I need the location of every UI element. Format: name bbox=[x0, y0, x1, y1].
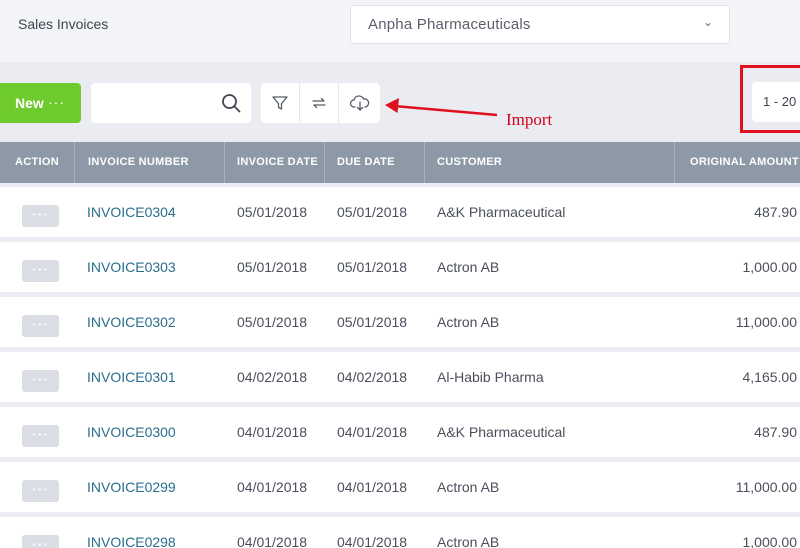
invoice-number-link[interactable]: INVOICE0302 bbox=[87, 297, 176, 347]
page-title: Sales Invoices bbox=[18, 16, 109, 32]
customer-name: Al-Habib Pharma bbox=[437, 369, 544, 385]
column-header-due-date[interactable]: DUE DATE bbox=[324, 142, 424, 183]
search-box[interactable] bbox=[91, 83, 251, 123]
table-row[interactable]: ··· INVOICE0303 05/01/2018 05/01/2018 Ac… bbox=[0, 242, 800, 292]
due-date: 05/01/2018 bbox=[337, 259, 408, 275]
invoice-date: 05/01/2018 bbox=[237, 204, 308, 220]
invoice-number-link[interactable]: INVOICE0299 bbox=[87, 462, 176, 512]
table-header: ACTION INVOICE NUMBER INVOICE DATE DUE D… bbox=[0, 142, 800, 183]
invoice-number-link[interactable]: INVOICE0300 bbox=[87, 407, 176, 457]
company-select[interactable]: Anpha Pharmaceuticals ⌄ bbox=[350, 5, 730, 44]
search-icon[interactable] bbox=[221, 93, 241, 113]
original-amount: 487.90 bbox=[754, 204, 797, 220]
invoice-number-link[interactable]: INVOICE0298 bbox=[87, 517, 176, 548]
original-amount: 4,165.00 bbox=[742, 369, 798, 385]
row-action-button[interactable]: ··· bbox=[22, 315, 59, 337]
search-input[interactable] bbox=[99, 83, 219, 121]
refresh-button[interactable] bbox=[300, 83, 339, 123]
invoice-date: 04/01/2018 bbox=[237, 534, 308, 548]
original-amount: 11,000.00 bbox=[735, 479, 797, 495]
original-amount: 11,000.00 bbox=[735, 314, 797, 330]
original-amount: 487.90 bbox=[754, 424, 797, 440]
table-row[interactable]: ··· INVOICE0299 04/01/2018 04/01/2018 Ac… bbox=[0, 462, 800, 512]
column-header-original-amount[interactable]: ORIGINAL AMOUNT bbox=[674, 142, 800, 183]
due-date: 04/02/2018 bbox=[337, 369, 408, 385]
annotation-label: Import bbox=[506, 110, 553, 129]
company-select-value: Anpha Pharmaceuticals bbox=[368, 16, 531, 33]
row-action-button[interactable]: ··· bbox=[22, 205, 59, 227]
customer-name: Actron AB bbox=[437, 314, 500, 330]
invoice-date: 04/01/2018 bbox=[237, 479, 308, 495]
table-row[interactable]: ··· INVOICE0302 05/01/2018 05/01/2018 Ac… bbox=[0, 297, 800, 347]
row-action-button[interactable]: ··· bbox=[22, 535, 59, 548]
customer-name: Actron AB bbox=[437, 479, 500, 495]
invoice-date: 05/01/2018 bbox=[237, 314, 308, 330]
due-date: 04/01/2018 bbox=[337, 424, 408, 440]
row-action-button[interactable]: ··· bbox=[22, 480, 59, 502]
customer-name: A&K Pharmaceutical bbox=[437, 424, 566, 440]
original-amount: 1,000.00 bbox=[742, 259, 798, 275]
invoice-date: 05/01/2018 bbox=[237, 259, 308, 275]
due-date: 05/01/2018 bbox=[337, 314, 408, 330]
row-action-button[interactable]: ··· bbox=[22, 370, 59, 392]
highlight-box bbox=[740, 65, 800, 133]
due-date: 05/01/2018 bbox=[337, 204, 408, 220]
filter-button[interactable] bbox=[261, 83, 300, 123]
column-header-customer[interactable]: CUSTOMER bbox=[424, 142, 674, 183]
table-row[interactable]: ··· INVOICE0298 04/01/2018 04/01/2018 Ac… bbox=[0, 517, 800, 548]
more-icon: ··· bbox=[48, 94, 65, 110]
table-row[interactable]: ··· INVOICE0300 04/01/2018 04/01/2018 A&… bbox=[0, 407, 800, 457]
row-action-button[interactable]: ··· bbox=[22, 425, 59, 447]
refresh-icon bbox=[312, 97, 326, 109]
table-row[interactable]: ··· INVOICE0301 04/02/2018 04/02/2018 Al… bbox=[0, 352, 800, 402]
row-action-button[interactable]: ··· bbox=[22, 260, 59, 282]
new-button[interactable]: New ··· bbox=[0, 83, 81, 123]
cloud-download-icon bbox=[349, 95, 369, 111]
invoice-date: 04/02/2018 bbox=[237, 369, 308, 385]
customer-name: Actron AB bbox=[437, 259, 500, 275]
table-row[interactable]: ··· INVOICE0304 05/01/2018 05/01/2018 A&… bbox=[0, 187, 800, 237]
invoice-date: 04/01/2018 bbox=[237, 424, 308, 440]
new-button-label: New bbox=[15, 95, 44, 111]
due-date: 04/01/2018 bbox=[337, 479, 408, 495]
filter-icon bbox=[272, 96, 288, 110]
due-date: 04/01/2018 bbox=[337, 534, 408, 548]
invoice-number-link[interactable]: INVOICE0303 bbox=[87, 242, 176, 292]
top-bar: Sales Invoices Anpha Pharmaceuticals ⌄ bbox=[0, 0, 800, 62]
customer-name: A&K Pharmaceutical bbox=[437, 204, 566, 220]
import-button[interactable] bbox=[340, 83, 379, 123]
customer-name: Actron AB bbox=[437, 534, 500, 548]
tool-group bbox=[261, 83, 380, 123]
annotation-arrow bbox=[385, 98, 498, 117]
chevron-down-icon: ⌄ bbox=[702, 15, 713, 29]
column-header-invoice-number[interactable]: INVOICE NUMBER bbox=[74, 142, 224, 183]
column-header-action[interactable]: ACTION bbox=[0, 142, 74, 183]
invoice-number-link[interactable]: INVOICE0304 bbox=[87, 187, 176, 237]
invoice-number-link[interactable]: INVOICE0301 bbox=[87, 352, 176, 402]
column-header-invoice-date[interactable]: INVOICE DATE bbox=[224, 142, 324, 183]
original-amount: 1,000.00 bbox=[742, 534, 798, 548]
